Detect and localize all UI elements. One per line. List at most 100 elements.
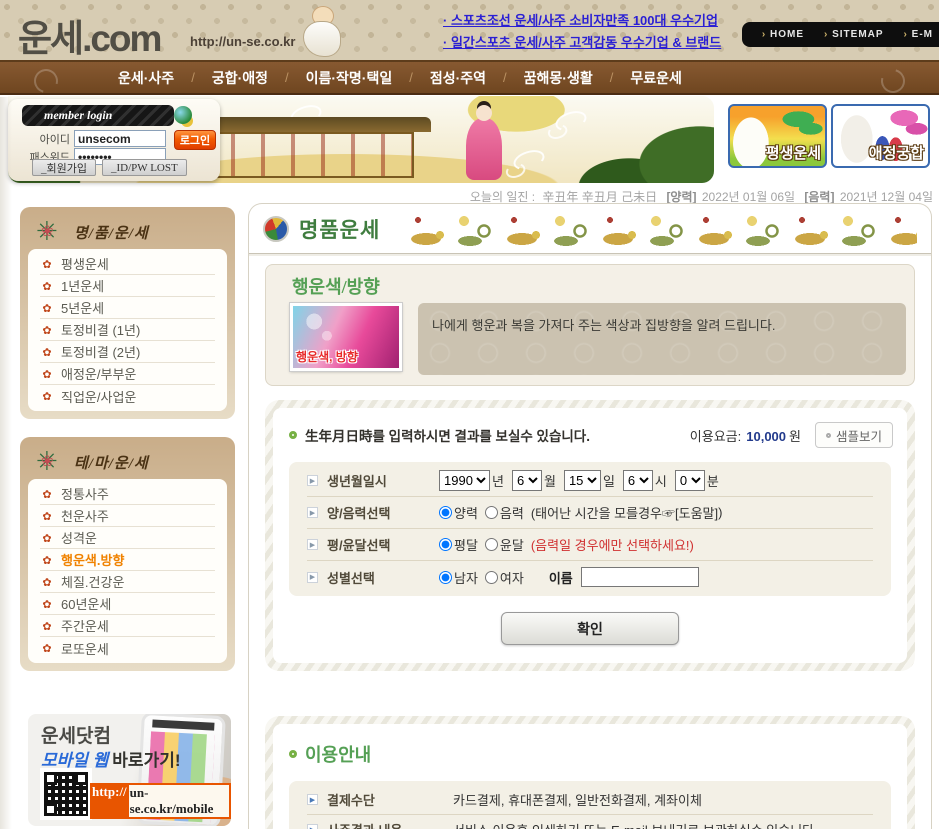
sidebar-item-love-marriage[interactable]: 애정운/부부운 (40, 363, 215, 385)
lunar-option-label: 음력 (500, 503, 524, 522)
sidebar-item-tojeong-2y[interactable]: 토정비결 (2년) (40, 341, 215, 363)
id-label: 아이디 (18, 131, 70, 147)
leap-month-row: 평/윤달선택 평달 윤달 (음력일 경우에만 선택하세요!) (307, 529, 873, 561)
guide-row-label: 결제수단 (327, 790, 453, 809)
quick-link-home[interactable]: HOME (762, 29, 804, 40)
iljin-prefix: 오늘의 일진 : (470, 190, 535, 204)
nav-item-unse-saju[interactable]: 운세·사주 (118, 68, 174, 88)
normal-month-option-label: 평달 (454, 535, 478, 554)
flower-bullet-icon (40, 529, 54, 547)
normal-month-radio[interactable] (439, 538, 452, 551)
flower-bullet-icon (40, 387, 54, 405)
qr-code (40, 768, 92, 820)
globe-icon (174, 106, 192, 124)
banner-love-compatibility[interactable]: 애정궁합 (831, 104, 930, 168)
male-radio[interactable] (439, 571, 452, 584)
sidebar: 명/품/운/세 평생운세 1년운세 5년운세 토정비결 (1년) 토정비결 (2… (20, 207, 235, 826)
sidebar-item-lotto[interactable]: 로또운세 (40, 637, 215, 659)
year-select[interactable]: 1990 (439, 470, 490, 491)
nav-separator: / (503, 70, 507, 85)
row-arrow-icon (307, 475, 318, 486)
sidebar-item-60year[interactable]: 60년운세 (40, 593, 215, 615)
sidebar-item-weekly[interactable]: 주간운세 (40, 615, 215, 637)
flower-bullet-icon (40, 343, 54, 361)
leap-month-option-label: 윤달 (500, 535, 524, 554)
mobile-url: http:// un-se.co.kr/mobile (90, 783, 231, 819)
nav-separator: / (285, 70, 289, 85)
promo-link-1[interactable]: · 스포츠조선 운세/사주 소비자만족 100대 우수기업 (443, 10, 721, 32)
solar-radio[interactable] (439, 506, 452, 519)
female-radio[interactable] (485, 571, 498, 584)
login-button[interactable]: 로그인 (174, 130, 216, 150)
nav-item-dream[interactable]: 꿈해몽·생활 (524, 68, 593, 88)
feature-image: 행운색, 방향 (290, 303, 402, 371)
leap-month-radio[interactable] (485, 538, 498, 551)
flower-emblem-icon (36, 448, 64, 476)
menu-label: 정통사주 (61, 484, 109, 503)
panel-title: 명/품/운/세 (74, 222, 149, 243)
month-select[interactable]: 6 (512, 470, 542, 491)
saju-result-row: 사주결과 내용 서비스 이용후 인쇄하기 또는 E-mail 보내기로 보관하실… (307, 815, 873, 829)
green-dot-icon (289, 750, 297, 758)
nav-item-naming[interactable]: 이름·작명·택일 (306, 68, 393, 88)
idpw-lost-button[interactable]: _ID/PW LOST (102, 159, 187, 176)
sidebar-item-personality[interactable]: 성격운 (40, 527, 215, 549)
minute-select[interactable]: 0 (675, 470, 705, 491)
banner-lifetime-fortune[interactable]: 평생운세 (728, 104, 827, 168)
lunar-tag: [음력] (804, 190, 834, 204)
sidebar-item-cheonun-saju[interactable]: 천운사주 (40, 505, 215, 527)
leap-month-label: 평/윤달선택 (327, 535, 439, 554)
signup-button[interactable]: _회원가입 (32, 159, 96, 176)
main-nav: 운세·사주 / 궁합·애정 / 이름·작명·택일 / 점성·주역 / 꿈해몽·생… (0, 62, 939, 95)
nav-separator: / (191, 70, 195, 85)
banner-label: 평생운세 (766, 142, 821, 163)
nav-item-astrology[interactable]: 점성·주역 (430, 68, 486, 88)
quick-link-email[interactable]: E-M (904, 29, 933, 40)
name-input[interactable] (581, 567, 699, 587)
page: 운세.com http://un-se.co.kr · 스포츠조선 운세/사주 … (0, 0, 939, 829)
quick-link-sitemap[interactable]: SITEMAP (824, 29, 884, 40)
birth-form-container: 生年月日時를 입력하시면 결과를 보실수 있습니다. 이용요금:10,000원 … (265, 400, 915, 671)
sidebar-item-traditional-saju[interactable]: 정통사주 (40, 483, 215, 505)
help-link[interactable]: [도움말] (675, 503, 718, 522)
promo-links: · 스포츠조선 운세/사주 소비자만족 100대 우수기업 · 일간스포츠 운세… (443, 10, 721, 54)
sidebar-item-lucky-color-direction[interactable]: 행운색.방향 (40, 549, 215, 571)
sample-view-button[interactable]: 샘플보기 (815, 422, 893, 448)
feature-description: 나에게 행운과 복을 가져다 주는 색상과 집방향을 알려 드립니다. (418, 303, 906, 375)
nav-item-gunghap[interactable]: 궁합·애정 (212, 68, 268, 88)
menu-label: 로또운세 (61, 639, 109, 658)
day-select[interactable]: 15 (564, 470, 601, 491)
nav-item-free[interactable]: 무료운세 (630, 68, 682, 88)
fee-line: 이용요금:10,000원 (690, 426, 801, 445)
mobile-web-banner[interactable]: 운세닷컴 모바일 웹바로가기! http:// un-se.co.kr/mobi… (28, 714, 231, 826)
confirm-button[interactable]: 확인 (501, 612, 679, 645)
flower-bullet-icon (40, 277, 54, 295)
sidebar-item-health[interactable]: 체질.건강운 (40, 571, 215, 593)
promo-link-2[interactable]: · 일간스포츠 운세/사주 고객감동 우수기업 & 브랜드 (443, 32, 721, 54)
mobile-url-scheme: http:// (90, 783, 129, 819)
flower-bullet-icon (40, 639, 54, 657)
guide-row-value: 카드결제, 휴대폰결제, 일반전화결제, 계좌이체 (453, 790, 702, 809)
birth-form: 생년월일시 1990 년 6 월 15 일 6 시 0 분 (289, 462, 891, 596)
sidebar-item-tojeong-1y[interactable]: 토정비결 (1년) (40, 319, 215, 341)
green-dot-icon (289, 431, 297, 439)
gender-row: 성별선택 남자 여자 이름 (307, 561, 873, 593)
birthdate-row: 생년월일시 1990 년 6 월 15 일 6 시 0 분 (307, 465, 873, 497)
sidebar-item-lifetime[interactable]: 평생운세 (40, 253, 215, 275)
cloud-swirl-icon (553, 107, 589, 134)
month-unit: 월 (544, 471, 556, 490)
id-input[interactable] (74, 130, 166, 147)
sidebar-item-career-business[interactable]: 직업운/사업운 (40, 385, 215, 407)
top-header: 운세.com http://un-se.co.kr · 스포츠조선 운세/사주 … (0, 0, 939, 62)
sidebar-item-5year[interactable]: 5년운세 (40, 297, 215, 319)
flower-bullet-icon (40, 595, 54, 613)
left-edge-shading (0, 97, 12, 829)
lunar-radio[interactable] (485, 506, 498, 519)
birthtime-note: (태어난 시간을 모를경우☞ (531, 503, 675, 522)
banner-label: 애정궁합 (869, 142, 924, 163)
menu-label: 토정비결 (2년) (61, 342, 140, 361)
site-logo[interactable]: 운세.com (18, 8, 160, 62)
hour-select[interactable]: 6 (623, 470, 653, 491)
sidebar-item-1year[interactable]: 1년운세 (40, 275, 215, 297)
menu-label: 체질.건강운 (61, 572, 124, 591)
